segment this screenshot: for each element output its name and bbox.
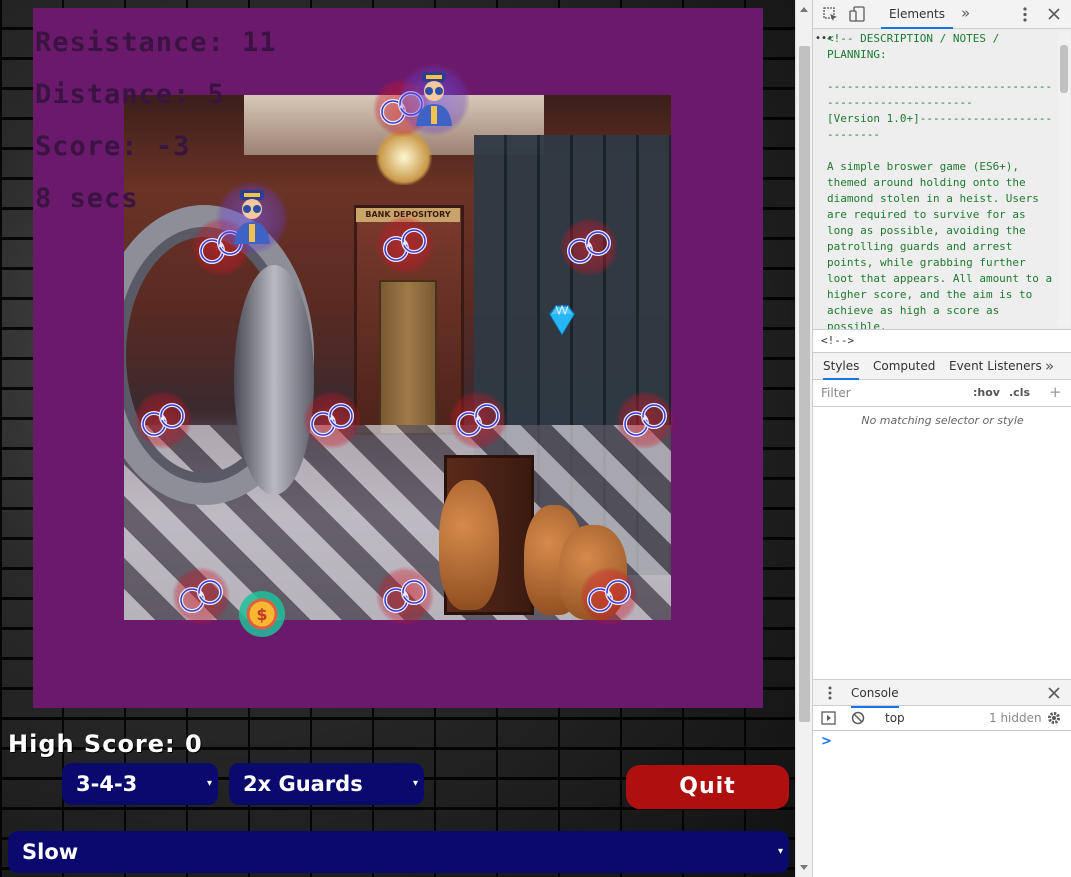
handcuffs-icon <box>376 567 434 625</box>
devtools-panel: Elements » ••• <!-- DESCRIPTION / NOTES … <box>812 0 1071 877</box>
quit-button[interactable]: Quit <box>626 765 789 809</box>
chevron-down-icon: ▾ <box>206 778 212 789</box>
formation-select[interactable]: 3-4-3 ▾ <box>62 763 218 805</box>
page-scrollbar-thumb[interactable] <box>799 46 810 722</box>
more-tabs-icon[interactable]: » <box>1045 359 1054 374</box>
resistance-counter: Resistance: 11 <box>35 27 277 58</box>
speed-select[interactable]: Slow ▾ <box>8 831 789 873</box>
formation-select-value: 3-4-3 <box>76 772 138 796</box>
console-drawer-header: Console <box>813 679 1071 708</box>
tab-styles[interactable]: Styles <box>823 353 860 380</box>
scroll-down-arrow-icon[interactable] <box>800 865 808 870</box>
scene-vault-door <box>234 265 314 495</box>
chevron-down-icon: ▾ <box>777 846 783 857</box>
scene-door <box>379 280 437 435</box>
svg-text:$: $ <box>256 605 267 624</box>
guards-select-value: 2x Guards <box>243 772 363 796</box>
more-tabs-icon[interactable]: » <box>961 6 970 21</box>
no-match-message: No matching selector or style <box>861 414 1024 427</box>
device-toolbar-icon[interactable] <box>849 6 865 22</box>
styles-filter-row: Filter :hov .cls + <box>813 380 1071 407</box>
chevron-down-icon: ▾ <box>412 778 418 789</box>
gear-icon[interactable] <box>1047 711 1061 725</box>
handcuffs-icon <box>134 391 192 449</box>
close-icon[interactable] <box>1048 8 1060 20</box>
clear-console-icon[interactable] <box>851 711 865 725</box>
game-page: BANK DEPOSITORY Resistance: 11 Distance:… <box>0 0 795 877</box>
close-icon[interactable] <box>1048 687 1060 699</box>
cls-toggle[interactable]: .cls <box>1009 386 1030 399</box>
devtools-toolbar: Elements » <box>813 0 1071 29</box>
styles-filter-input[interactable]: Filter <box>821 386 851 400</box>
console-toolbar: top 1 hidden <box>813 706 1071 731</box>
high-score-label: High Score: 0 <box>8 730 203 758</box>
speed-select-value: Slow <box>22 840 79 864</box>
tab-computed[interactable]: Computed <box>873 353 935 380</box>
handcuffs-icon <box>172 567 230 625</box>
dom-tree-scrollbar[interactable] <box>1058 31 1070 327</box>
handcuffs-icon <box>560 218 618 276</box>
console-context-select[interactable]: top <box>885 711 905 725</box>
kebab-menu-icon[interactable] <box>827 686 833 700</box>
handcuffs-icon <box>303 391 361 449</box>
console-prompt-icon[interactable]: > <box>821 734 832 749</box>
inspect-element-icon[interactable] <box>823 7 838 22</box>
money-bag <box>439 480 499 610</box>
diamond-icon <box>549 304 575 336</box>
kebab-menu-icon[interactable] <box>1022 7 1028 22</box>
tab-event-listeners[interactable]: Event Listeners <box>949 353 1042 380</box>
tab-elements[interactable]: Elements <box>881 0 953 29</box>
hidden-messages-count: 1 hidden <box>989 711 1042 725</box>
handcuffs-icon <box>449 391 507 449</box>
page-scrollbar[interactable] <box>795 0 812 877</box>
timer-counter: 8 secs <box>35 183 139 214</box>
distance-counter: Distance: 5 <box>35 79 225 110</box>
sidebar-toggle-icon[interactable] <box>821 711 836 725</box>
new-style-rule-icon[interactable]: + <box>1049 383 1062 401</box>
elements-dom-tree[interactable]: ••• <!-- DESCRIPTION / NOTES / PLANNING:… <box>813 29 1071 329</box>
scene-chandelier <box>374 130 434 185</box>
police-guard-icon <box>216 182 288 254</box>
coin-player-icon: $ <box>239 591 285 637</box>
police-guard-icon <box>398 64 470 136</box>
dom-tree-scrollbar-thumb[interactable] <box>1060 45 1068 93</box>
score-counter: Score: -3 <box>35 131 191 162</box>
handcuffs-icon <box>580 567 638 625</box>
tab-console[interactable]: Console <box>851 680 899 708</box>
hov-toggle[interactable]: :hov <box>973 386 1000 399</box>
html-comment-text[interactable]: <!-- DESCRIPTION / NOTES / PLANNING: ---… <box>827 31 1055 329</box>
scroll-up-arrow-icon[interactable] <box>800 7 808 12</box>
breadcrumb[interactable]: <!--> <box>813 329 1071 353</box>
handcuffs-icon <box>616 391 674 449</box>
bank-vault-scene: BANK DEPOSITORY <box>124 95 671 620</box>
handcuffs-icon <box>376 216 434 274</box>
styles-tab-bar: Styles Computed Event Listeners » <box>813 353 1071 380</box>
guards-select[interactable]: 2x Guards ▾ <box>229 763 424 805</box>
